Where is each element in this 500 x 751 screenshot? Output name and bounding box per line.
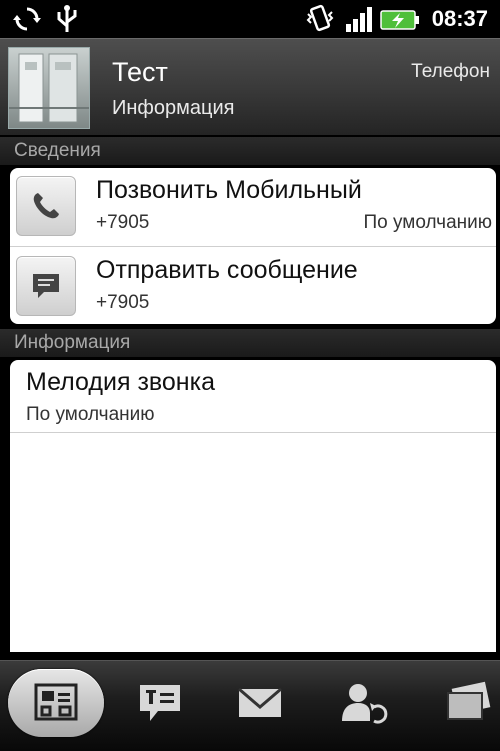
- usb-icon: [54, 4, 80, 39]
- info-card: Мелодия звонка По умолчанию: [10, 360, 496, 652]
- phone-icon: [33, 193, 59, 219]
- ringtone-label: Мелодия звонка: [26, 368, 216, 396]
- clock-time: 08:37: [431, 6, 488, 31]
- tab-contact-details[interactable]: [8, 669, 104, 737]
- contact-header: Тест Информация Телефон: [0, 38, 500, 135]
- default-label: По умолчанию: [363, 212, 493, 233]
- contact-details-icon: [34, 683, 78, 721]
- section-header-details: Сведения: [0, 137, 500, 165]
- tab-mail[interactable]: [212, 669, 308, 737]
- bottom-tab-bar: [0, 660, 500, 751]
- ringtone-value: По умолчанию: [26, 404, 155, 425]
- send-message-label: Отправить сообщение: [96, 256, 358, 284]
- message-icon-button[interactable]: [16, 256, 76, 316]
- battery-charging-icon: [380, 8, 420, 37]
- sync-icon: [12, 4, 42, 39]
- divider: [10, 246, 496, 247]
- phone-number: +7905: [96, 212, 150, 233]
- signal-icon: [344, 4, 374, 39]
- message-number: +7905: [96, 292, 150, 313]
- section-title: Информация: [14, 332, 131, 353]
- contact-name: Тест: [112, 57, 168, 87]
- tab-messages[interactable]: [112, 669, 208, 737]
- ringtone-row[interactable]: Мелодия звонка По умолчанию: [10, 360, 496, 432]
- tab-gallery[interactable]: [420, 669, 500, 737]
- send-message-row[interactable]: Отправить сообщение +7905: [10, 248, 496, 324]
- phone-icon-button[interactable]: [16, 176, 76, 236]
- call-mobile-label: Позвонить Мобильный: [96, 176, 362, 204]
- message-icon: [33, 274, 59, 298]
- contact-photo[interactable]: [8, 47, 90, 129]
- call-mobile-row[interactable]: Позвонить Мобильный +7905 По умолчанию: [10, 168, 496, 244]
- status-bar: 08:37: [0, 0, 500, 38]
- section-header-info: Информация: [0, 329, 500, 357]
- contact-subtitle: Информация: [112, 97, 235, 119]
- actions-card: Позвонить Мобильный +7905 По умолчанию О…: [10, 168, 496, 324]
- section-title: Сведения: [14, 140, 101, 161]
- messages-icon: [140, 685, 180, 721]
- vibrate-icon: [304, 4, 336, 39]
- contact-sync-icon: [342, 684, 388, 724]
- mail-icon: [238, 687, 282, 717]
- divider: [10, 432, 496, 433]
- contact-type-label: Телефон: [411, 61, 490, 82]
- gallery-icon: [447, 681, 491, 720]
- tab-contact-sync[interactable]: [316, 669, 412, 737]
